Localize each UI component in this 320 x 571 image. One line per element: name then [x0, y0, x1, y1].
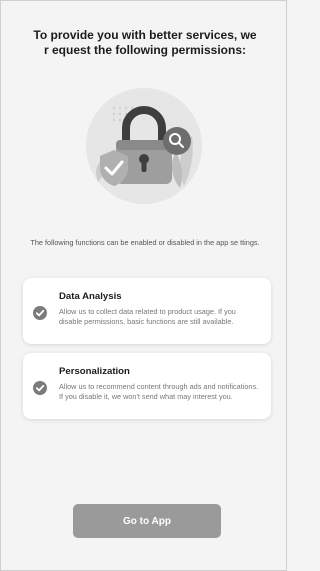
permission-title: Data Analysis: [59, 291, 122, 302]
permission-card-data-analysis[interactable]: Data Analysis Allow us to collect data r…: [23, 278, 271, 344]
permission-description: Allow us to recommend content through ad…: [59, 382, 259, 401]
check-icon: [33, 306, 47, 320]
permission-title: Personalization: [59, 366, 130, 377]
permission-description: Allow us to collect data related to prod…: [59, 307, 236, 326]
lock-icon: [86, 88, 202, 204]
go-to-app-button[interactable]: Go to App: [73, 504, 221, 538]
description-text: The following functions can be enabled o…: [30, 238, 260, 247]
page-title: To provide you with better services, we …: [33, 28, 257, 57]
permission-card-personalization[interactable]: Personalization Allow us to recommend co…: [23, 353, 271, 419]
lock-illustration: [84, 86, 204, 206]
permission-screen: To provide you with better services, we …: [0, 0, 287, 571]
check-icon: [33, 381, 47, 395]
